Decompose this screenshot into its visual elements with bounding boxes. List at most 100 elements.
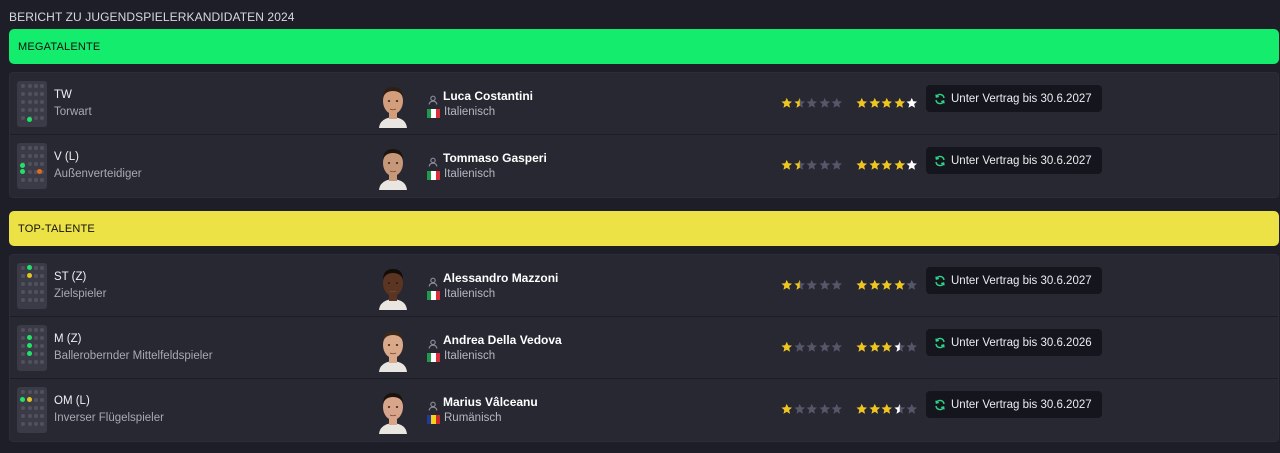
star-icon <box>893 279 905 290</box>
star-icon <box>793 341 805 352</box>
contract-status-text: Unter Vertrag bis 30.6.2027 <box>951 92 1092 105</box>
position-dot <box>27 342 32 348</box>
player-nationality: Rumänisch <box>444 412 502 424</box>
position-pitch-diagram <box>17 81 47 127</box>
star-icon <box>806 279 818 290</box>
refresh-icon <box>935 399 945 410</box>
star-icon <box>906 341 918 352</box>
star-icon <box>818 403 830 414</box>
star-icon <box>818 279 830 290</box>
section-top-talente: TOP-TALENTE ST (Z) Zielspieler Alessandro … <box>9 211 1279 442</box>
refresh-icon <box>935 337 945 348</box>
star-icon <box>793 403 805 414</box>
star-icon <box>868 403 880 414</box>
star-icon <box>893 403 905 414</box>
star-icon <box>781 159 793 170</box>
section-header[interactable]: MEGATALENTE <box>9 29 1279 64</box>
star-icon <box>868 341 880 352</box>
position-role: Torwart <box>54 106 92 118</box>
refresh-icon <box>935 93 945 104</box>
star-icon <box>893 159 905 170</box>
player-name-link[interactable]: Tommaso Gasperi <box>443 151 547 165</box>
position-dot <box>19 168 25 174</box>
star-icon <box>881 159 893 170</box>
player-face-image <box>376 80 410 128</box>
contract-status-button[interactable]: Unter Vertrag bis 30.6.2027 <box>926 391 1102 418</box>
star-icon <box>906 97 918 108</box>
player-list: ST (Z) Zielspieler Alessandro Mazzoni Itali… <box>9 254 1279 442</box>
position-pitch-diagram <box>17 143 47 189</box>
contract-status-text: Unter Vertrag bis 30.6.2027 <box>951 154 1092 167</box>
star-icon <box>831 97 843 108</box>
position-role: Inverser Flügelspieler <box>54 412 164 424</box>
player-name-link[interactable]: Luca Costantini <box>443 89 533 103</box>
star-icon <box>868 97 880 108</box>
position-dot <box>27 396 32 402</box>
contract-status-button[interactable]: Unter Vertrag bis 30.6.2027 <box>926 85 1102 112</box>
star-icon <box>806 341 818 352</box>
contract-status-button[interactable]: Unter Vertrag bis 30.6.2027 <box>926 267 1102 294</box>
player-name-link[interactable]: Alessandro Mazzoni <box>443 271 558 285</box>
player-nationality: Italienisch <box>444 106 496 118</box>
page-title: BERICHT ZU JUGENDSPIELERKANDIDATEN 2024 <box>9 10 295 24</box>
position-pitch-diagram <box>17 387 47 433</box>
contract-status-text: Unter Vertrag bis 30.6.2026 <box>951 336 1092 349</box>
star-icon <box>818 341 830 352</box>
player-face-image <box>376 142 410 190</box>
star-icon <box>806 403 818 414</box>
player-row[interactable]: OM (L) Inverser Flügelspieler Marius Vâlce… <box>10 379 1278 441</box>
section-label: MEGATALENTE <box>18 40 101 53</box>
position-role: Zielspieler <box>54 288 107 300</box>
star-icon <box>881 97 893 108</box>
star-icon <box>868 279 880 290</box>
refresh-icon <box>935 155 945 166</box>
contract-status-text: Unter Vertrag bis 30.6.2027 <box>951 398 1092 411</box>
star-icon <box>793 159 805 170</box>
position-dot <box>27 350 32 356</box>
player-row[interactable]: TW Torwart Luca Costantini Italienisch Unter… <box>10 73 1278 135</box>
player-row[interactable]: M (Z) Ballerobernder Mittelfeldspieler And… <box>10 317 1278 379</box>
star-icon <box>893 341 905 352</box>
position-role: Außenverteidiger <box>54 168 142 180</box>
player-row[interactable]: ST (Z) Zielspieler Alessandro Mazzoni Itali… <box>10 255 1278 317</box>
contract-status-button[interactable]: Unter Vertrag bis 30.6.2026 <box>926 329 1102 356</box>
star-icon <box>906 159 918 170</box>
star-icon <box>831 279 843 290</box>
position-pitch-diagram <box>17 325 47 371</box>
position-abbreviation: OM (L) <box>54 395 90 407</box>
current-ability-stars <box>781 403 843 415</box>
section-label: TOP-TALENTE <box>18 222 95 235</box>
position-dot <box>27 272 32 278</box>
player-name-link[interactable]: Marius Vâlceanu <box>443 395 538 409</box>
position-dot <box>36 168 42 174</box>
section-header[interactable]: TOP-TALENTE <box>9 211 1279 246</box>
star-icon <box>856 341 868 352</box>
player-list: TW Torwart Luca Costantini Italienisch Unter… <box>9 72 1279 198</box>
player-row[interactable]: V (L) Außenverteidiger Tommaso Gasperi Ital… <box>10 135 1278 197</box>
star-icon <box>881 341 893 352</box>
contract-status-button[interactable]: Unter Vertrag bis 30.6.2027 <box>926 147 1102 174</box>
star-icon <box>781 341 793 352</box>
star-icon <box>856 159 868 170</box>
player-nationality: Italienisch <box>444 288 496 300</box>
current-ability-stars <box>781 159 843 171</box>
person-icon <box>428 274 438 287</box>
star-icon <box>856 403 868 414</box>
player-nationality: Italienisch <box>444 350 496 362</box>
nation-flag-icon <box>427 415 440 424</box>
star-icon <box>906 403 918 414</box>
nation-flag-icon <box>427 109 440 118</box>
potential-ability-stars <box>856 159 918 171</box>
player-nationality: Italienisch <box>444 168 496 180</box>
position-dot <box>19 162 25 168</box>
star-icon <box>818 97 830 108</box>
position-dot <box>19 396 25 402</box>
star-icon <box>868 159 880 170</box>
position-abbreviation: ST (Z) <box>54 271 87 283</box>
star-icon <box>881 279 893 290</box>
current-ability-stars <box>781 97 843 109</box>
position-abbreviation: M (Z) <box>54 333 82 345</box>
player-name-link[interactable]: Andrea Della Vedova <box>443 333 562 347</box>
star-icon <box>781 97 793 108</box>
star-icon <box>781 403 793 414</box>
